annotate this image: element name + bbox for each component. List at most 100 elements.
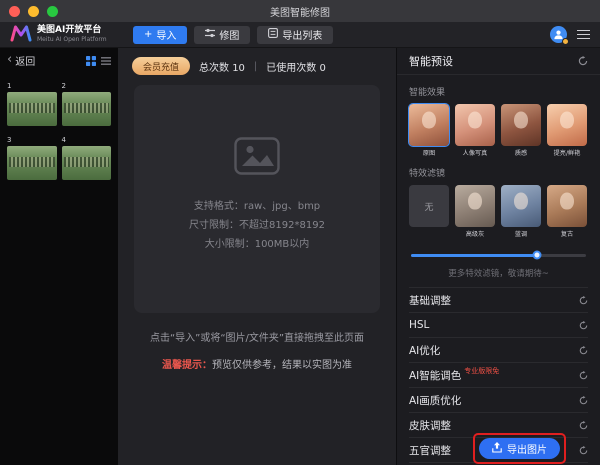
filter-advanced-gray[interactable]: 高级灰 (455, 185, 495, 239)
effect-thumb (409, 104, 449, 146)
filter-thumb (547, 185, 587, 227)
effect-original[interactable]: 原图 (409, 104, 449, 158)
photo-thumbnail[interactable] (62, 146, 112, 180)
main-area: 会员充值 总次数 10 | 已使用次数 0 支持格式：raw、jpg、bmp 尺… (118, 48, 396, 465)
member-recharge-button[interactable]: 会员充值 (132, 57, 190, 75)
reset-icon[interactable] (579, 296, 588, 305)
section-ai-color[interactable]: AI智能调色 专业版限免 (409, 363, 588, 388)
filter-thumb: 无 (409, 185, 449, 227)
thumbnail-cell: 4 (62, 136, 112, 180)
image-placeholder-icon (234, 137, 280, 179)
reset-icon[interactable] (579, 346, 588, 355)
reset-presets-icon[interactable] (578, 56, 588, 66)
thumbnail-cell: 1 (7, 82, 57, 126)
minimize-window-button[interactable] (28, 6, 39, 17)
effect-thumb (455, 104, 495, 146)
back-button[interactable]: ‹ 返回 (7, 53, 35, 68)
panel-title: 智能预设 (409, 53, 453, 69)
window-title: 美图智能修图 (0, 4, 600, 19)
total-count: 总次数 10 (199, 59, 245, 74)
filter-none[interactable]: 无 (409, 185, 449, 239)
section-ai-optimize[interactable]: AI优化 (409, 338, 588, 363)
list-icon (268, 28, 278, 41)
titlebar: 美图智能修图 (0, 0, 600, 22)
import-button[interactable]: + 导入 (133, 26, 187, 44)
effects-title: 智能效果 (409, 85, 588, 98)
export-image-button[interactable]: 导出图片 (479, 438, 560, 459)
export-list-button[interactable]: 导出列表 (257, 26, 333, 44)
more-filters-note: 更多特效滤镜，敬请期待~ (409, 267, 588, 279)
filter-strength-slider[interactable] (411, 249, 586, 261)
effect-filters: 无 高级灰 蓝调 复古 (409, 185, 588, 239)
header-right (550, 26, 590, 43)
thumbnail-index: 4 (62, 136, 112, 145)
filter-retro[interactable]: 复古 (547, 185, 587, 239)
drag-drop-hint: 点击“导入”或将“图片/文件夹”直接拖拽至此页面 (118, 329, 396, 344)
section-basic-adjust[interactable]: 基础调整 (409, 288, 588, 313)
app-header: 美图AI开放平台 Meitu AI Open Platform + 导入 修图 (0, 22, 600, 48)
import-dropzone[interactable]: 支持格式：raw、jpg、bmp 尺寸限制：不超过8192*8192 大小限制：… (134, 85, 380, 313)
filter-thumb (501, 185, 541, 227)
logo-title: 美图AI开放平台 (37, 25, 107, 36)
upload-icon (492, 442, 502, 456)
thumbnail-index: 1 (7, 82, 57, 91)
grid-view-icon[interactable] (86, 51, 96, 70)
vip-badge (562, 38, 569, 45)
supported-formats: 支持格式：raw、jpg、bmp (194, 197, 320, 216)
effect-thumb (547, 104, 587, 146)
app-window: 美图智能修图 美图AI开放平台 Meitu AI Open Platform +… (0, 0, 600, 465)
slider-handle[interactable] (533, 251, 542, 260)
logo-text: 美图AI开放平台 Meitu AI Open Platform (37, 25, 107, 44)
file-size-limit: 大小限制：100MB以内 (205, 235, 310, 254)
plus-icon: + (144, 29, 152, 40)
effect-texture[interactable]: 质感 (501, 104, 541, 158)
reset-icon[interactable] (579, 396, 588, 405)
window-controls (0, 6, 58, 17)
photo-thumbnail[interactable] (62, 92, 112, 126)
thumbnail-cell: 3 (7, 136, 57, 180)
thumbnail-grid: 1 2 3 4 (0, 72, 118, 180)
logo-subtitle: Meitu AI Open Platform (37, 36, 107, 44)
sliders-icon (205, 28, 215, 41)
photo-thumbnail[interactable] (7, 146, 57, 180)
thumbnail-cell: 2 (62, 82, 112, 126)
effect-thumb (501, 104, 541, 146)
user-avatar[interactable] (550, 26, 567, 43)
list-view-icon[interactable] (101, 51, 111, 70)
annotation-highlight-box: 导出图片 (473, 433, 566, 464)
reset-icon[interactable] (579, 446, 588, 455)
adjustments-panel: 智能预设 智能效果 原图 人像写真 (396, 48, 600, 465)
meitu-logo-icon (10, 24, 32, 46)
dimension-limit: 尺寸限制：不超过8192*8192 (189, 216, 325, 235)
section-hsl[interactable]: HSL (409, 313, 588, 338)
smart-effects: 原图 人像写真 质感 提亮/鲜艳 (409, 104, 588, 158)
slider-track (411, 254, 586, 257)
app-logo: 美图AI开放平台 Meitu AI Open Platform (10, 24, 126, 46)
view-toggle (86, 51, 111, 70)
filters-title: 特效滤镜 (409, 166, 588, 179)
sidebar: ‹ 返回 (0, 48, 118, 465)
zoom-window-button[interactable] (47, 6, 58, 17)
filter-thumb (455, 185, 495, 227)
panel-body: 智能效果 原图 人像写真 质感 (397, 75, 600, 465)
thumbnail-index: 2 (62, 82, 112, 91)
section-ai-quality[interactable]: AI画质优化 (409, 388, 588, 413)
tip-text: 预览仅供参考，结果以实图为准 (212, 360, 352, 371)
pro-free-badge: 专业版限免 (464, 366, 499, 376)
reset-icon[interactable] (579, 321, 588, 330)
thumbnail-index: 3 (7, 136, 57, 145)
warm-tip: 温馨提示：预览仅供参考，结果以实图为准 (118, 356, 396, 371)
retouch-button[interactable]: 修图 (194, 26, 250, 44)
close-window-button[interactable] (9, 6, 20, 17)
filter-blue-tone[interactable]: 蓝调 (501, 185, 541, 239)
photo-thumbnail[interactable] (7, 92, 57, 126)
used-count: 已使用次数 0 (266, 59, 326, 74)
reset-icon[interactable] (579, 371, 588, 380)
effect-portrait[interactable]: 人像写真 (455, 104, 495, 158)
stats-divider: | (254, 61, 257, 72)
menu-hamburger-icon[interactable] (577, 30, 590, 40)
sidebar-toolbar: ‹ 返回 (0, 48, 118, 72)
panel-header: 智能预设 (397, 48, 600, 75)
effect-brighten[interactable]: 提亮/鲜艳 (547, 104, 587, 158)
reset-icon[interactable] (579, 421, 588, 430)
